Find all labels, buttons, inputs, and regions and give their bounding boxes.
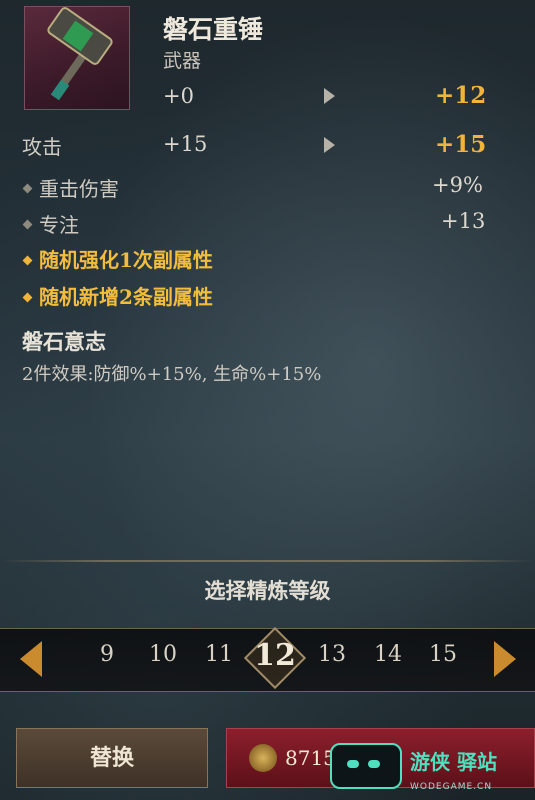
item-type: 武器 [163,50,202,72]
sub-stat-value: +9% [432,173,483,197]
level-option[interactable]: 13 [312,642,352,667]
set-title: 磐石意志 [22,329,106,354]
bonus-row: 随机强化1次副属性 [22,244,213,273]
level-option[interactable]: 10 [143,642,183,667]
diamond-bullet-icon [22,292,33,303]
refine-cost: 8715 [285,746,336,770]
watermark-eye-icon [368,760,380,768]
bonus-text: 随机强化1次副属性 [39,248,213,272]
sub-stat-label: 重击伤害 [39,177,119,201]
sub-stat-row: 重击伤害 [22,173,119,202]
level-target: +12 [435,82,487,109]
hammer-icon [47,7,113,101]
watermark-text: 游侠 驿站 [410,750,497,774]
divider [0,560,535,562]
watermark-logo-icon [330,743,402,789]
arrow-right-icon [324,137,335,153]
sub-stat-row: 专注 [22,209,79,238]
refine-level-title: 选择精炼等级 [204,578,331,603]
diamond-bullet-icon [22,183,33,194]
bonus-text: 随机新增2条副属性 [39,285,213,309]
main-stat-current: +15 [163,132,208,156]
arrow-right-icon [324,88,335,104]
level-option[interactable]: 11 [199,642,239,667]
item-icon-frame [24,6,130,110]
diamond-bullet-icon [22,219,33,230]
level-option[interactable]: 9 [87,642,127,667]
sub-stat-label: 专注 [39,213,79,237]
level-option-selected[interactable]: 12 [250,638,300,673]
level-option[interactable]: 15 [423,642,463,667]
diamond-bullet-icon [22,255,33,266]
watermark-url: WODEGAME.CN [410,782,493,792]
main-stat-label: 攻击 [22,135,62,159]
chevron-right-icon[interactable] [494,641,516,677]
sub-stat-value: +13 [441,209,486,233]
item-name: 磐石重锤 [163,15,264,44]
main-stat-target: +15 [435,131,487,158]
watermark-eye-icon [347,760,359,768]
bonus-row: 随机新增2条副属性 [22,281,213,310]
coin-icon [249,744,277,772]
chevron-left-icon[interactable] [20,641,42,677]
refine-button-label: 精炼 [500,746,502,747]
level-current: +0 [163,84,194,108]
level-option[interactable]: 14 [368,642,408,667]
set-description: 2件效果:防御%+15%, 生命%+15% [22,364,322,385]
replace-button[interactable]: 替换 [16,728,208,788]
